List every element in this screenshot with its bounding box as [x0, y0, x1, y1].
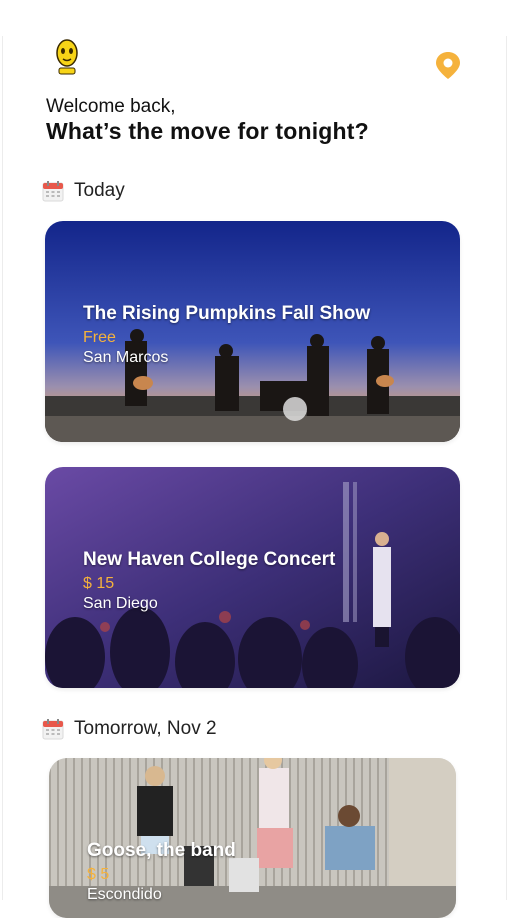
event-card[interactable]: New Haven College Concert $ 15 San Diego — [45, 467, 460, 688]
section-header-tomorrow: Tomorrow, Nov 2 — [42, 717, 217, 741]
event-title: The Rising Pumpkins Fall Show — [83, 303, 371, 324]
event-card[interactable]: Goose, the band $ 5 Escondido — [49, 758, 456, 918]
event-location: Escondido — [87, 886, 162, 903]
event-title: Goose, the band — [87, 840, 236, 861]
section-header-today: Today — [42, 179, 125, 203]
map-pin-icon[interactable] — [434, 50, 462, 80]
event-card[interactable]: The Rising Pumpkins Fall Show Free San M… — [45, 221, 460, 442]
welcome-text: Welcome back, — [46, 96, 176, 117]
page-title: What’s the move for tonight? — [46, 118, 369, 144]
calendar-icon — [42, 181, 64, 202]
event-location: San Diego — [83, 595, 158, 612]
event-price: $ 5 — [87, 866, 110, 883]
calendar-icon — [42, 719, 64, 740]
event-title: New Haven College Concert — [83, 549, 336, 570]
section-label: Today — [74, 180, 125, 201]
event-location: San Marcos — [83, 349, 169, 366]
app-logo-icon[interactable] — [50, 36, 84, 78]
event-price: Free — [83, 329, 116, 346]
event-price: $ 15 — [83, 575, 115, 592]
section-label: Tomorrow, Nov 2 — [74, 718, 217, 739]
